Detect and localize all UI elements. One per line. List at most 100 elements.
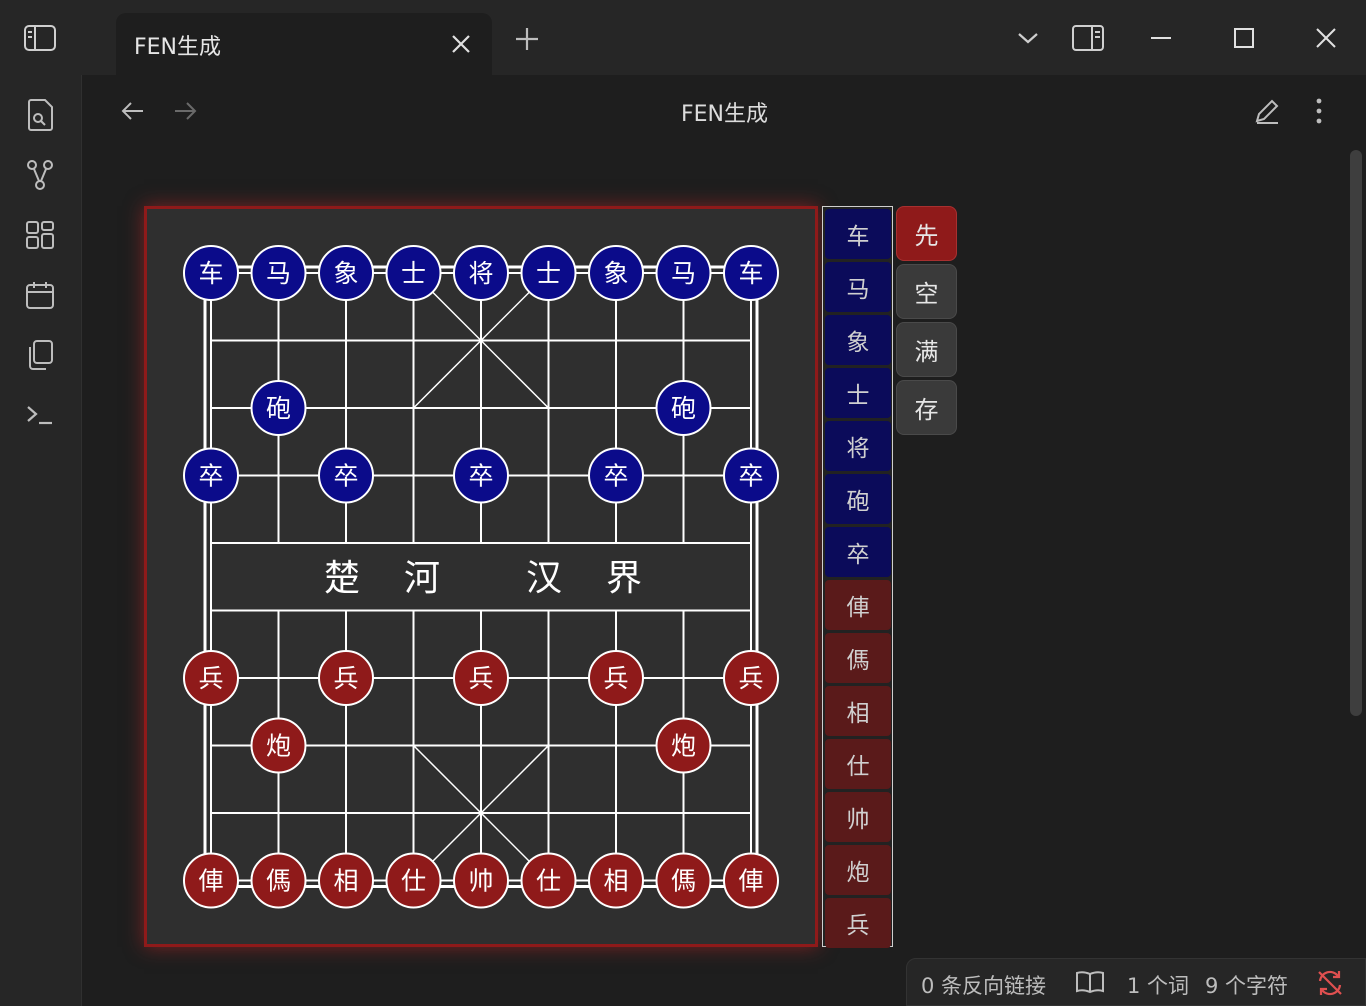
- tab-fen[interactable]: FEN生成: [116, 13, 492, 75]
- palette-piece-red[interactable]: 傌: [825, 633, 891, 683]
- reading-view-icon[interactable]: [1075, 969, 1105, 1000]
- status-bar: 0 条反向链接 1 个词 9 个字符: [906, 958, 1366, 1006]
- piece-label: 炮: [671, 732, 696, 761]
- board-piece-black[interactable]: 将: [453, 245, 509, 301]
- board-piece-black[interactable]: 卒: [588, 447, 644, 504]
- piece-label: 傌: [671, 867, 696, 896]
- sync-error-icon[interactable]: [1315, 968, 1345, 1003]
- copy-icon[interactable]: [20, 335, 60, 375]
- board-piece-black[interactable]: 卒: [318, 447, 374, 504]
- word-count: 1 个词: [1127, 974, 1190, 998]
- control-button[interactable]: 存: [896, 380, 957, 435]
- palette-piece-red[interactable]: 兵: [825, 898, 891, 948]
- board-piece-black[interactable]: 象: [588, 245, 644, 301]
- more-options-icon[interactable]: [1301, 93, 1337, 129]
- open-file-icon[interactable]: [20, 95, 60, 135]
- river-char: 楚: [324, 558, 360, 599]
- palette-piece-black[interactable]: 马: [825, 262, 891, 312]
- board-piece-black[interactable]: 士: [385, 245, 442, 301]
- board-piece-red[interactable]: 帅: [453, 852, 509, 909]
- piece-label: 帅: [468, 867, 493, 896]
- backlinks-count[interactable]: 0 条反向链接: [921, 970, 1046, 1000]
- piece-label: 卒: [738, 462, 763, 491]
- view-header: FEN生成: [83, 75, 1366, 145]
- river-char: 界: [606, 558, 642, 599]
- scrollbar[interactable]: [1350, 150, 1362, 716]
- piece-label: 俥: [738, 867, 763, 896]
- board-piece-red[interactable]: 兵: [183, 650, 239, 706]
- palette-piece-black[interactable]: 卒: [825, 527, 891, 577]
- piece-label: 兵: [468, 664, 493, 693]
- control-button[interactable]: 空: [896, 264, 957, 319]
- minimize-icon[interactable]: [1141, 18, 1181, 58]
- board-grid: [203, 265, 759, 888]
- board-piece-black[interactable]: 卒: [723, 447, 779, 504]
- piece-label: 兵: [198, 664, 223, 693]
- board-piece-black[interactable]: 车: [723, 245, 779, 301]
- board-piece-red[interactable]: 兵: [453, 650, 509, 706]
- sidebar-toggle-icon[interactable]: [22, 22, 58, 54]
- board-piece-red[interactable]: 相: [318, 852, 374, 909]
- close-icon[interactable]: [446, 29, 476, 59]
- board-piece-black[interactable]: 士: [520, 245, 577, 301]
- maximize-icon[interactable]: [1224, 18, 1264, 58]
- board-piece-black[interactable]: 马: [655, 245, 712, 301]
- board-piece-black[interactable]: 砲: [655, 380, 712, 436]
- piece-label: 兵: [603, 664, 628, 693]
- palette-piece-black[interactable]: 砲: [825, 474, 891, 524]
- palette-piece-black[interactable]: 士: [825, 368, 891, 418]
- board-canvas[interactable]: 楚 河 汉 界 车 马 象 士 将 士 象 马 车砲 砲卒 卒 卒 卒 卒兵 兵 兵 兵 兵炮 炮俥 傌 相 仕 帅 仕 相 傌 俥: [147, 209, 815, 944]
- piece-palette: 车马象士将砲卒俥傌相仕帅炮兵: [822, 206, 893, 948]
- palette-piece-black[interactable]: 车: [825, 209, 891, 259]
- piece-label: 卒: [468, 462, 493, 491]
- piece-label: 俥: [198, 867, 223, 896]
- canvas-icon[interactable]: [20, 215, 60, 255]
- river-char: 汉: [526, 558, 562, 599]
- board-piece-red[interactable]: 傌: [655, 852, 712, 909]
- palette-piece-red[interactable]: 俥: [825, 580, 891, 630]
- board-piece-black[interactable]: 卒: [453, 447, 509, 504]
- piece-label: 卒: [333, 462, 358, 491]
- palette-piece-red[interactable]: 炮: [825, 845, 891, 895]
- palette-piece-black[interactable]: 将: [825, 421, 891, 471]
- edit-icon[interactable]: [1249, 93, 1285, 129]
- board-piece-red[interactable]: 兵: [318, 650, 374, 706]
- tab-title: FEN生成: [134, 35, 222, 60]
- control-button[interactable]: 满: [896, 322, 957, 377]
- control-button[interactable]: 先: [896, 206, 957, 261]
- board-piece-red[interactable]: 相: [588, 852, 644, 909]
- graph-icon[interactable]: [20, 155, 60, 195]
- board-piece-black[interactable]: 砲: [250, 380, 307, 436]
- piece-label: 炮: [266, 732, 291, 761]
- piece-label: 车: [738, 259, 763, 288]
- board-piece-red[interactable]: 仕: [385, 852, 442, 909]
- palette-piece-black[interactable]: 象: [825, 315, 891, 365]
- river-label: 楚河汉界: [324, 558, 642, 599]
- board-piece-red[interactable]: 仕: [520, 852, 577, 909]
- close-window-icon[interactable]: [1306, 18, 1346, 58]
- board-piece-black[interactable]: 象: [318, 245, 374, 301]
- palette-piece-red[interactable]: 仕: [825, 739, 891, 789]
- board-piece-black[interactable]: 马: [250, 245, 307, 301]
- terminal-icon[interactable]: [20, 395, 60, 435]
- chevron-down-icon[interactable]: [1008, 18, 1048, 58]
- piece-label: 马: [266, 259, 291, 288]
- board-piece-red[interactable]: 俥: [723, 852, 779, 909]
- board-piece-black[interactable]: 车: [183, 245, 239, 301]
- board-piece-red[interactable]: 俥: [183, 852, 239, 909]
- char-count: 9 个字符: [1205, 974, 1289, 998]
- left-ribbon: [0, 75, 82, 1006]
- board-piece-black[interactable]: 卒: [183, 447, 239, 504]
- split-view-icon[interactable]: [1068, 18, 1108, 58]
- board-piece-red[interactable]: 炮: [250, 717, 307, 774]
- board-piece-red[interactable]: 炮: [655, 717, 712, 774]
- board-piece-red[interactable]: 兵: [588, 650, 644, 706]
- calendar-icon[interactable]: [20, 275, 60, 315]
- piece-label: 仕: [401, 867, 426, 896]
- palette-piece-red[interactable]: 帅: [825, 792, 891, 842]
- board-piece-red[interactable]: 傌: [250, 852, 307, 909]
- palette-piece-red[interactable]: 相: [825, 686, 891, 736]
- title-bar: FEN生成: [0, 0, 1366, 75]
- plus-icon[interactable]: [510, 22, 544, 56]
- board-piece-red[interactable]: 兵: [723, 650, 779, 706]
